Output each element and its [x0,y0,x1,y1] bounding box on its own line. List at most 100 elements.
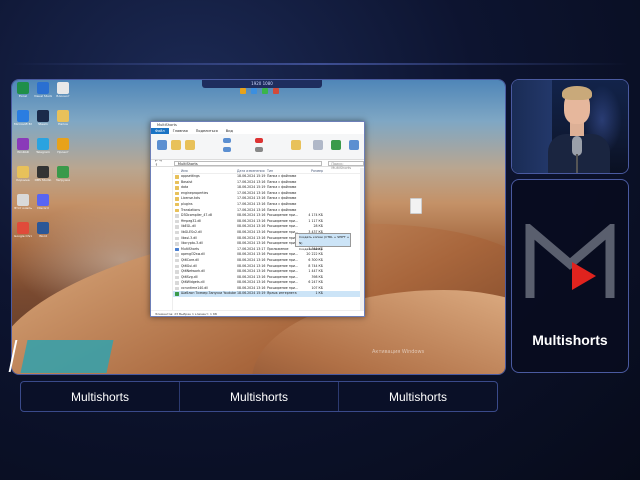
desktop-shortcut-label: Microsoft Edge [14,123,32,126]
webcam-frame [511,79,629,174]
app-icon [17,194,29,206]
desktop-shortcut[interactable]: Папка [54,110,72,132]
app-icon [37,194,49,206]
delete-icon[interactable] [255,138,263,143]
column-size[interactable]: Размер [303,168,323,173]
folder-icon[interactable] [240,88,246,94]
desktop-shortcut-label: Word [39,235,47,238]
app-icon[interactable] [262,88,268,94]
file-icon [175,292,179,296]
top-glow-line [12,63,628,65]
app-icon [17,138,29,150]
file-icon [175,275,179,280]
file-icon [175,236,179,241]
desktop-shortcut-label: Telegram [36,151,50,154]
desktop-shortcut[interactable]: OBS Studio [34,166,52,188]
scrollbar[interactable] [360,168,364,310]
select-all-icon[interactable] [349,140,359,150]
paste-icon[interactable] [185,140,195,150]
open-icon[interactable] [331,140,341,150]
app-icon [37,138,49,150]
folder-icon [175,208,179,213]
presenter-hair [562,86,592,100]
desktop-shortcut[interactable]: Корзина [14,166,32,188]
desktop-shortcut-label: Google Chrome [14,235,32,238]
address-bar[interactable]: MultiShorts [173,160,323,166]
pin-icon[interactable] [157,140,167,150]
desktop-shortcut-label: Visual Studio Code [34,95,52,98]
move-icon[interactable] [223,138,231,143]
menu-item-copy[interactable]: Создать копию (CTRL + SHIFT + N) [299,234,350,246]
file-icon [175,253,179,257]
app-icon [57,166,69,178]
screen-capture-frame: 1920 1080 Excel Microsoft Edge WinRAR Корзи… [11,79,506,375]
file-icon [175,214,179,218]
folder-icon [175,191,179,196]
folder-icon [175,186,179,190]
watermark-title: Активация Windows [372,349,425,355]
desktop-shortcut-label: Excel [19,95,27,98]
desktop-shortcut[interactable]: Telegram [34,138,52,160]
desktop-shortcut[interactable]: Google Chrome [14,222,32,244]
cell-date: 18.06.2024 15:19 [237,291,266,296]
navigation-pane[interactable] [151,168,173,310]
folder-icon [175,180,179,185]
desktop-shortcut[interactable]: Word [34,222,52,244]
new-folder-icon[interactable] [291,140,301,150]
desktop-shortcut[interactable]: Discord [34,194,52,216]
back-icon[interactable]: ← → ↑ [155,159,166,167]
capture-title: 1920 1080 [202,80,322,88]
desktop-shortcut-label: Этот компьютер [14,207,32,210]
windows-activation-watermark: Активация Windows [372,349,424,355]
app-icon [17,166,29,178]
app-icon [57,82,69,94]
microphone-arm [576,154,578,173]
address-bar-row: ← → ↑ MultiShorts Поиск: MultiShorts [151,159,364,170]
menu-item-new-folder[interactable]: Создать папку [299,246,350,252]
desktop-shortcut-label: Загрузки [55,179,71,182]
microphone-icon [572,136,582,156]
column-name[interactable]: Имя [173,168,237,173]
rename-icon[interactable] [255,147,263,152]
column-type[interactable]: Тип [267,168,303,173]
background-wall [512,80,552,173]
app-icon [17,110,29,122]
bottom-name-bar: Multishorts Multishorts Multishorts [20,381,498,412]
top-app-icons [240,88,300,96]
column-date[interactable]: Дата изменения [237,168,267,173]
desktop-shortcut-label: Корзина [16,179,30,182]
windows-desktop: 1920 1080 Excel Microsoft Edge WinRAR Корзи… [12,80,505,374]
file-icon [175,247,179,252]
file-icon [175,230,179,235]
desktop-file-icon[interactable] [410,198,422,214]
file-icon [175,264,179,268]
app-icon[interactable] [273,88,279,94]
desktop-shortcut[interactable]: Загрузки [54,166,72,188]
search-input[interactable]: Поиск: MultiShorts [328,160,364,170]
list-item[interactable]: Шаблон Тизмер Запуски Youtube 18.06.2024 … [173,291,364,298]
file-explorer-window: MultiShorts Файл Главная Поделиться Вид [150,121,365,317]
file-icon [175,270,179,274]
desktop-shortcut[interactable]: Steam [34,110,52,132]
brand-name: Multishorts [532,332,608,348]
context-menu: Создать копию (CTRL + SHIFT + N) Создать… [295,233,351,251]
app-icon [37,166,49,178]
desktop-shortcut[interactable]: WinRAR [14,138,32,160]
copy-to-icon[interactable] [223,147,231,152]
stream-overlay: 1920 1080 Excel Microsoft Edge WinRAR Корзи… [0,0,640,480]
desktop-shortcut[interactable]: Блокнот [54,82,72,104]
desktop-shortcut[interactable]: Этот компьютер [14,194,32,216]
desktop-shortcut[interactable]: Microsoft Edge [14,110,32,132]
status-bar: Элементов: 23 Выбран 1 элемент: 1 КБ [151,310,364,316]
desktop-shortcut[interactable]: Проект [54,138,72,160]
copy-icon[interactable] [171,140,181,150]
bottom-label: Multishorts [180,382,339,411]
desktop-shortcut-label: OBS Studio [34,179,52,182]
app-icon[interactable] [251,88,257,94]
desktop-shortcut[interactable]: Visual Studio Code [34,82,52,104]
app-icon [57,110,69,122]
app-icon [37,110,49,122]
properties-icon[interactable] [313,140,323,150]
desktop-shortcut[interactable]: Excel [14,82,32,104]
cell-name: Шаблон Тизмер Запуски Youtube [181,291,237,296]
